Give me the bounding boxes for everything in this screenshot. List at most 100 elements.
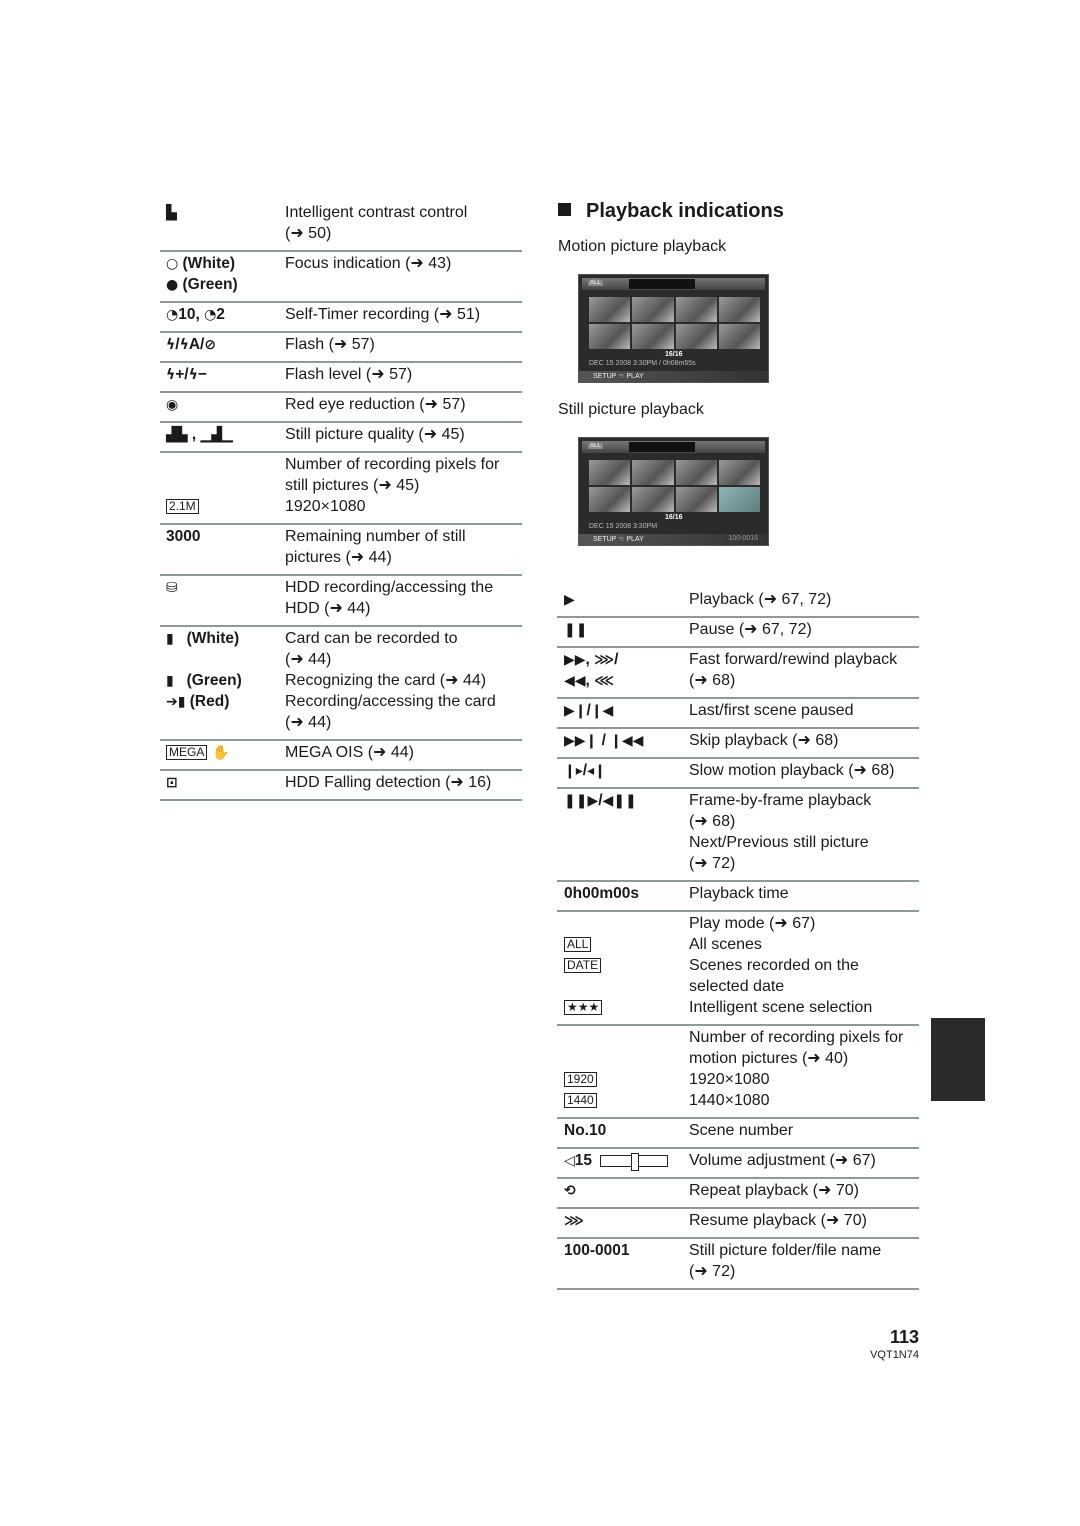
indicator-line (166, 547, 285, 568)
description-cell: Self-Timer recording (➜ 51) (285, 304, 522, 325)
media-tabs (629, 279, 695, 289)
ois-hand-icon: ✋ (207, 745, 230, 761)
description-line: pictures (➜ 44) (285, 549, 392, 566)
table-row: ▶ Playback (➜ 67, 72) (557, 589, 919, 618)
description-cell: Remaining number of still pictures (➜ 44) (285, 526, 522, 568)
resume-icon: ⋙ (564, 1213, 584, 1229)
table-row: ⛁ HDD recording/accessing the HDD (➜ 44) (160, 576, 522, 627)
skip-forward-icon: ▶▶❙ (564, 733, 598, 749)
indicator-line: ▶▶❙ / ❙◀◀ (564, 730, 689, 751)
description-cell: Number of recording pixels for motion pic… (689, 1027, 919, 1111)
indicator-line: ALL (564, 934, 689, 955)
description-line: Intelligent scene selection (689, 999, 873, 1016)
indicator-cell: ❙▸/◂❙ (557, 760, 689, 781)
indicator-text: (Red) (185, 693, 230, 710)
focus-white-icon: ○ (166, 256, 179, 272)
description-line: Intelligent contrast control (285, 204, 468, 221)
first-scene-icon: ❙◀ (590, 703, 614, 719)
indicator-cell: 1920 1440 (557, 1027, 689, 1111)
indicator-line (564, 832, 689, 853)
table-row: 2.1M Number of recording pixels for still … (160, 453, 522, 525)
table-row: ❚❚ Pause (➜ 67, 72) (557, 618, 919, 648)
card-icon: ▮ (166, 631, 174, 647)
indicator-cell: ◔10, ◔2 (160, 304, 285, 325)
indicator-line (564, 811, 689, 832)
indicator-cell: ▶ (557, 589, 689, 610)
indicator-text: − (197, 366, 207, 383)
description-line: still pictures (➜ 45) (285, 477, 420, 494)
indicator-cell: ⟲ (557, 1180, 689, 1201)
indicator-cell: ❚❚▶/◀❚❚ (557, 790, 689, 874)
description-line: Flash (➜ 57) (285, 336, 375, 353)
indicator-cell: ○ (White) ● (Green) (160, 253, 285, 295)
indicator-line: ▙ (166, 202, 285, 223)
indicator-text: 100-0001 (564, 1242, 630, 1259)
description-cell: Playback time (689, 883, 919, 904)
description-line: 1920×1080 (285, 498, 366, 515)
flash-plus-icon: ϟ (166, 367, 176, 383)
motion-playback-screen: ALL 16/16 DEC 15 2008 3:30PM / 0h08m55s … (578, 274, 769, 383)
description-line: Still picture folder/file name (689, 1242, 882, 1259)
indicator-line: ⋙ (564, 1210, 689, 1231)
description-line: Number of recording pixels for (285, 456, 500, 473)
indicator-line: ▶▶, ⋙/ (564, 649, 689, 670)
thumbnail-grid (589, 297, 760, 349)
indicator-cell: ▮ (White) ▮ (Green) ➔▮ (Red) (160, 628, 285, 733)
indicator-line (166, 475, 285, 496)
playback-indications-table: ▶ Playback (➜ 67, 72) ❚❚ Pause (➜ 67, 72) ▶▶… (557, 589, 919, 1290)
description-line: Playback (➜ 67, 72) (689, 591, 832, 608)
table-row: ϟ+/ϟ− Flash level (➜ 57) (160, 363, 522, 393)
indicator-cell: ▟▙ , ▁▟▁ (160, 424, 285, 445)
indicator-text: (Green) (173, 672, 242, 689)
fast-forward-icon: ▶▶ (564, 652, 586, 668)
table-row: 1920 1440 Number of recording pixels for mo… (557, 1026, 919, 1119)
description-line: Self-Timer recording (➜ 51) (285, 306, 481, 323)
indicator-line: ▟▙ , ▁▟▁ (166, 424, 285, 445)
description-line (285, 274, 522, 295)
indicator-line: ▶❙/❙◀ (564, 700, 689, 721)
description-line: Play mode (➜ 67) (689, 915, 816, 932)
indicator-text: 2 (216, 306, 225, 323)
indicator-cell: ◁15 (557, 1150, 689, 1171)
table-row: ▙ Intelligent contrast control (➜ 50) (160, 202, 522, 252)
table-row: ⊡ HDD Falling detection (➜ 16) (160, 771, 522, 801)
setup-label: SETUP ☜ PLAY (593, 373, 644, 380)
description-line: 1920×1080 (689, 1071, 770, 1088)
table-row: MEGA ✋ MEGA OIS (➜ 44) (160, 741, 522, 771)
description-line: Playback time (689, 885, 789, 902)
indicator-line: ▶ (564, 589, 689, 610)
pause-icon: ❚❚ (564, 622, 588, 638)
description-cell: Intelligent contrast control (➜ 50) (285, 202, 522, 244)
still-caption: Still picture playback (558, 401, 704, 418)
table-row: ❚❚▶/◀❚❚ Frame-by-frame playback (➜ 68) Next… (557, 789, 919, 882)
section-tab-marker (931, 1018, 985, 1101)
repeat-icon: ⟲ (564, 1183, 576, 1199)
indicator-line: ◉ (166, 394, 285, 415)
indicator-line: 2.1M (166, 496, 285, 517)
description-line: HDD (➜ 44) (285, 600, 371, 617)
scene-info: DEC 15 2008 3:30PM / 0h08m55s (589, 360, 696, 367)
heading-text: Playback indications (586, 200, 784, 222)
description-cell: Repeat playback (➜ 70) (689, 1180, 919, 1201)
page-counter: 16/16 (665, 514, 683, 521)
description-line: (➜ 50) (285, 225, 332, 242)
description-cell: Number of recording pixels for still pict… (285, 454, 522, 517)
description-line: HDD Falling detection (➜ 16) (285, 774, 492, 791)
table-row: ⟲ Repeat playback (➜ 70) (557, 1179, 919, 1209)
last-scene-icon: ▶❙ (564, 703, 587, 719)
description-cell: MEGA OIS (➜ 44) (285, 742, 522, 763)
table-row: ❙▸/◂❙ Slow motion playback (➜ 68) (557, 759, 919, 789)
red-eye-icon: ◉ (166, 397, 179, 413)
section-heading: Playback indications (558, 200, 784, 223)
description-line: Slow motion playback (➜ 68) (689, 762, 895, 779)
description-cell: Play mode (➜ 67) All scenes Scenes recorde… (689, 913, 919, 1018)
description-line: Red eye reduction (➜ 57) (285, 396, 466, 413)
indicator-text: (White) (178, 255, 236, 272)
description-cell: Focus indication (➜ 43) (285, 253, 522, 295)
description-line: Last/first scene paused (689, 702, 854, 719)
description-line: (➜ 72) (689, 855, 736, 872)
indicator-line (166, 712, 285, 733)
description-line: Recording/accessing the card (285, 693, 496, 710)
description-line: Resume playback (➜ 70) (689, 1212, 867, 1229)
description-cell: Pause (➜ 67, 72) (689, 619, 919, 640)
